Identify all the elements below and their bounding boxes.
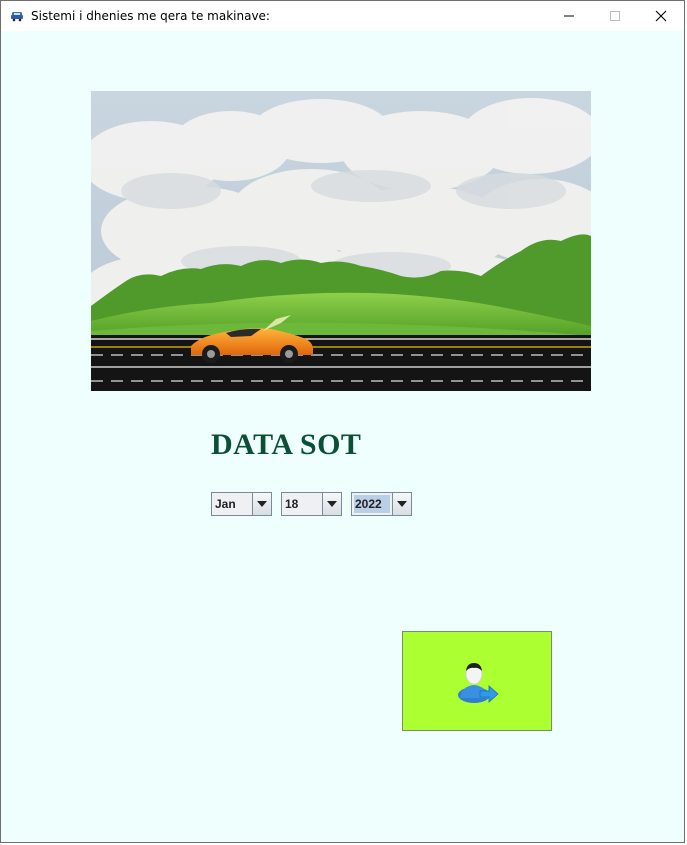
chevron-down-icon[interactable]: [322, 493, 341, 515]
month-select[interactable]: Jan: [211, 492, 272, 516]
year-select[interactable]: 2022: [351, 492, 412, 516]
chevron-down-icon[interactable]: [252, 493, 271, 515]
close-icon: [655, 10, 667, 22]
minimize-icon: [564, 15, 574, 17]
car-icon: [9, 8, 25, 24]
maximize-button[interactable]: [592, 1, 638, 31]
day-select[interactable]: 18: [281, 492, 342, 516]
close-button[interactable]: [638, 1, 684, 31]
window-controls: [546, 1, 684, 31]
user-login-icon: [458, 663, 499, 703]
year-value: 2022: [354, 495, 390, 513]
car-road-banner: [91, 91, 591, 391]
app-window: Sistemi i dhenies me qera te makinave: D…: [0, 0, 685, 843]
minimize-button[interactable]: [546, 1, 592, 31]
content-panel: DATA SOT Jan 18 2022: [1, 31, 684, 842]
maximize-icon: [610, 11, 620, 21]
page-title: DATA SOT: [211, 428, 362, 461]
window-title: Sistemi i dhenies me qera te makinave:: [31, 9, 270, 23]
month-value: Jan: [215, 497, 236, 511]
login-button[interactable]: [402, 631, 552, 731]
day-value: 18: [285, 497, 299, 511]
title-bar[interactable]: Sistemi i dhenies me qera te makinave:: [1, 1, 684, 31]
chevron-down-icon[interactable]: [392, 493, 411, 515]
